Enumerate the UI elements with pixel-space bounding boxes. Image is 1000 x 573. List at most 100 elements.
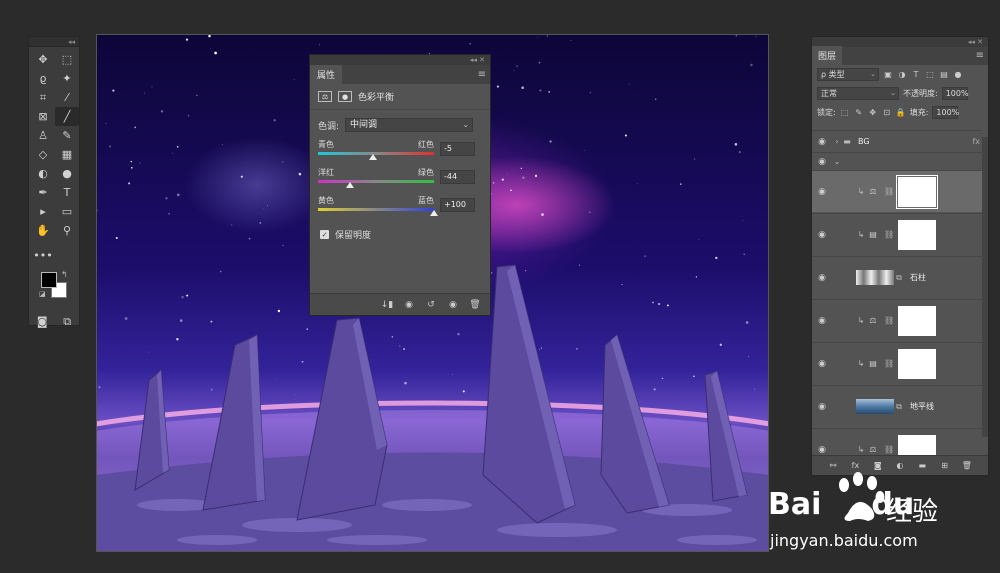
link-icon[interactable]: ⛓ [884,187,894,196]
gradient-tool[interactable]: ▦ [55,145,79,164]
layer-row[interactable]: ◉ ↳ ▤ ⛓ [812,213,982,255]
type-tool[interactable]: T [55,183,79,202]
pixel-filter-icon[interactable]: ▣ [883,70,893,80]
tone-select[interactable]: 中间调 ⌄ [345,118,474,132]
link-icon[interactable]: ⛓ [884,445,894,454]
layer-mask-thumbnail[interactable] [898,219,937,250]
filter-kind-select[interactable]: ρ 类型 ⌄ [817,68,879,81]
screen-mode-icon[interactable]: ⧉ [63,312,71,331]
slider-value-input[interactable]: +100 [440,198,475,212]
lock-all-icon[interactable]: 🔒 [896,108,906,118]
pen-tool[interactable]: ✒ [31,183,55,202]
reset-icon[interactable]: ↺ [422,298,440,312]
slider-thumb[interactable] [369,154,378,160]
eye-icon[interactable]: ◉ [812,445,832,455]
crop-tool[interactable]: ⌗ [31,88,55,107]
shape-tool[interactable]: ▭ [55,202,79,221]
layer-mask-thumbnail[interactable] [898,348,937,379]
slider-thumb[interactable] [346,182,355,188]
layer-row[interactable]: ◉ ↳ ⚖ ⛓ [812,299,982,341]
slider-thumb[interactable] [430,210,438,216]
fx-badge[interactable]: fx [972,137,980,146]
eye-icon[interactable]: ◉ [812,273,832,283]
shape-filter-icon[interactable]: ⬚ [925,70,935,80]
tab-properties[interactable]: 属性 [310,65,343,84]
layers-menu-icon[interactable]: ≡ [976,47,984,65]
lock-position-icon[interactable]: ✥ [868,108,878,118]
link-icon[interactable]: ⛓ [884,359,894,368]
eye-icon[interactable]: ◉ [812,137,832,147]
layer-row[interactable]: ◉ ⧉ 地平线 [812,385,982,427]
eraser-tool[interactable]: ◇ [31,145,55,164]
slider-track[interactable] [318,208,434,211]
move-tool[interactable]: ✥ [31,50,55,69]
magic-wand-tool[interactable]: ✦ [55,69,79,88]
layers-close-button[interactable]: ✕ [977,38,983,46]
link-icon[interactable]: ⛓ [884,316,894,325]
default-colors-icon[interactable]: ◪ [39,290,46,298]
tools-collapse-button[interactable]: ◂◂ [29,37,79,47]
filter-toggle-icon[interactable]: ● [953,70,963,80]
slider-value-input[interactable]: -5 [440,142,475,156]
layer-mask-thumbnail[interactable] [896,174,939,209]
hand-tool[interactable]: ✋ [31,221,55,240]
opacity-input[interactable]: 100% [941,87,969,100]
adjustment-filter-icon[interactable]: ◑ [897,70,907,80]
lock-transparent-icon[interactable]: ⬚ [840,108,850,118]
eye-icon[interactable]: ◉ [812,157,832,167]
frame-tool[interactable]: ⊠ [31,107,55,126]
foreground-color-swatch[interactable] [41,272,57,288]
lock-pixels-icon[interactable]: ✎ [854,108,864,118]
view-previous-icon[interactable]: ◉ [400,298,418,312]
layer-subgroup[interactable]: ◉ ⌄ [812,152,982,170]
preserve-luminosity-checkbox[interactable]: ✓ [320,230,329,239]
swap-colors-icon[interactable]: ↰ [61,270,68,279]
eye-icon[interactable]: ◉ [812,359,832,369]
chevron-right-icon[interactable]: › [832,137,842,146]
eyedropper-tool[interactable]: ⁄ [55,88,79,107]
properties-menu-icon[interactable]: ≡ [478,66,486,84]
link-icon[interactable]: ⛓ [884,230,894,239]
eye-icon[interactable]: ◉ [812,187,832,197]
clip-to-layer-icon[interactable]: ↓▮ [378,298,396,312]
brush-tool[interactable]: ╱ [55,107,79,126]
lock-artboard-icon[interactable]: ⊡ [882,108,892,118]
slider-track[interactable] [318,180,434,183]
layer-mask-thumbnail[interactable] [898,305,937,336]
dodge-tool[interactable]: ● [55,164,79,183]
stamp-tool[interactable]: ♙ [31,126,55,145]
star [534,174,538,178]
layer-name[interactable]: 地平线 [910,401,934,412]
smart-object-filter-icon[interactable]: ▤ [939,70,949,80]
lasso-tool[interactable]: ϱ [31,69,55,88]
blur-tool[interactable]: ◐ [31,164,55,183]
layer-mask-icon[interactable]: ● [338,91,352,102]
healing-tool[interactable]: ✎ [55,126,79,145]
quick-mask-icon[interactable]: ◙ [37,312,48,331]
slider-value-input[interactable]: -44 [440,170,475,184]
chevron-down-icon[interactable]: ⌄ [832,157,842,166]
layers-collapse-button[interactable]: ◂◂ [968,38,975,46]
eye-icon[interactable]: ◉ [812,230,832,240]
properties-collapse-button[interactable]: ◂◂ [470,56,477,64]
trash-icon[interactable]: 🗑 [466,298,484,312]
layer-row[interactable]: ◉ ↳ ⚖ ⛓ [812,170,982,212]
eye-icon[interactable]: ◉ [812,316,832,326]
properties-panel-titlebar[interactable]: ◂◂ ✕ [310,55,490,65]
layer-row[interactable]: ◉ ⧉ 石柱 [812,256,982,298]
layer-group-bg[interactable]: ◉ › ▬ BG fx [812,130,982,152]
eye-icon[interactable]: ◉ [812,402,832,412]
zoom-tool[interactable]: ⚲ [55,221,79,240]
tab-layers[interactable]: 图层 [812,46,843,65]
path-select-tool[interactable]: ▸ [31,202,55,221]
fill-input[interactable]: 100% [932,106,959,119]
more-tools-button[interactable]: ••• [31,246,55,265]
layer-name[interactable]: 石柱 [910,272,926,283]
type-filter-icon[interactable]: T [911,70,921,80]
layers-scrollbar[interactable] [982,137,988,437]
layer-row[interactable]: ◉ ↳ ▤ ⛓ [812,342,982,384]
properties-close-button[interactable]: ✕ [479,56,485,64]
marquee-tool[interactable]: ⬚ [55,50,79,69]
blend-mode-select[interactable]: 正常 ⌄ [817,87,899,100]
visibility-eye-icon[interactable]: ◉ [444,298,462,312]
